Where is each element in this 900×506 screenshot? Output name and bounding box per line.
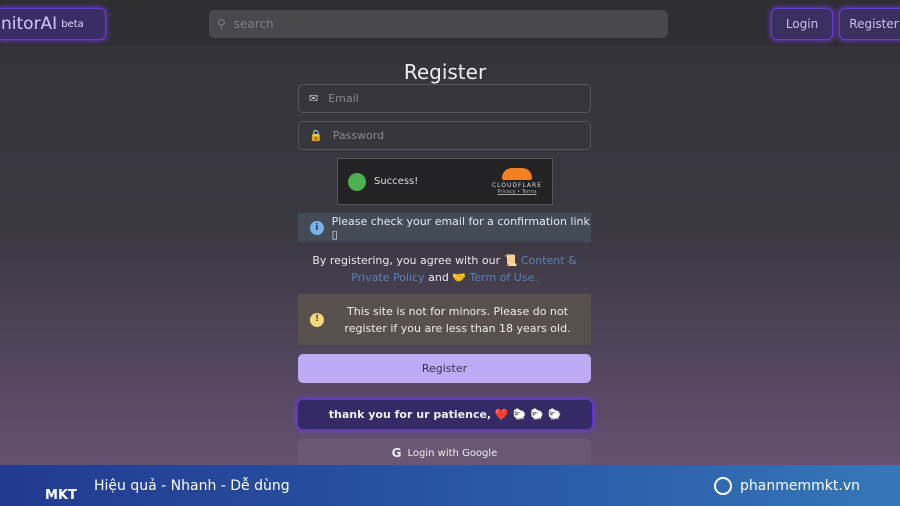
warning-icon: !	[310, 312, 324, 327]
search-input[interactable]: ⚲ search	[209, 10, 668, 38]
globe-icon	[714, 476, 733, 495]
info-icon: i	[310, 220, 324, 235]
email-placeholder: Email	[328, 92, 359, 105]
cloudflare-brand: CLOUDFLARE	[491, 182, 542, 189]
warning-text: This site is not for minors. Please do n…	[344, 304, 571, 335]
website: phanmemmkt.vn	[714, 476, 860, 495]
google-login-button[interactable]: G Login with Google	[298, 439, 591, 467]
terms-link[interactable]: Terms	[522, 189, 537, 195]
captcha-status: Success!	[374, 176, 419, 187]
google-icon: G	[391, 446, 402, 460]
captcha-widget[interactable]: Success! CLOUDFLARE Privacy • Terms	[337, 158, 553, 205]
warning-alert: ! This site is not for minors. Please do …	[298, 294, 591, 345]
password-field[interactable]: 🔒 Password	[298, 121, 591, 150]
thanks-banner: thank you for ur patience, ❤️ 🐑 🐑 🐑	[297, 399, 593, 430]
top-nav: nitorAI beta ⚲ search Login Register	[0, 0, 900, 46]
website-text: phanmemmkt.vn	[740, 477, 860, 494]
page-title: Register	[403, 60, 487, 84]
handshake-icon: 🤝	[452, 271, 467, 284]
email-field[interactable]: ✉ Email	[298, 84, 591, 113]
register-button[interactable]: Register	[298, 354, 591, 383]
mkt-logo-text: MKT	[45, 487, 77, 503]
cloudflare-logo-icon	[501, 168, 532, 180]
mkt-logo: MKT	[40, 469, 82, 503]
logo-text: nitorAI	[1, 14, 58, 34]
search-icon: ⚲	[217, 17, 226, 31]
agreement-text: By registering, you agree with our 📜 Con…	[298, 252, 591, 286]
info-alert: i Please check your email for a confirmat…	[298, 213, 591, 242]
agree-prefix: By registering, you agree with our	[312, 254, 501, 267]
and-text: and	[428, 271, 449, 284]
beta-badge: beta	[61, 18, 84, 30]
success-icon	[348, 172, 366, 191]
login-button[interactable]: Login	[771, 8, 833, 40]
scroll-icon: 📜	[503, 254, 518, 267]
lock-icon: 🔒	[309, 129, 323, 142]
logo[interactable]: nitorAI beta	[0, 8, 106, 40]
slogan: Hiệu quả - Nhanh - Dễ dùng	[94, 477, 290, 494]
info-text: Please check your email for a confirmati…	[331, 214, 590, 241]
privacy-link[interactable]: Privacy	[497, 189, 515, 195]
mail-icon: ✉	[309, 92, 319, 105]
register-nav-button[interactable]: Register	[839, 8, 900, 40]
password-placeholder: Password	[332, 129, 385, 142]
search-placeholder: search	[233, 17, 274, 31]
footer-banner: MKT Hiệu quả - Nhanh - Dễ dùng phanmemmk…	[0, 465, 900, 506]
google-login-label: Login with Google	[407, 447, 498, 459]
terms-of-use-link[interactable]: Term of Use.	[470, 271, 538, 284]
